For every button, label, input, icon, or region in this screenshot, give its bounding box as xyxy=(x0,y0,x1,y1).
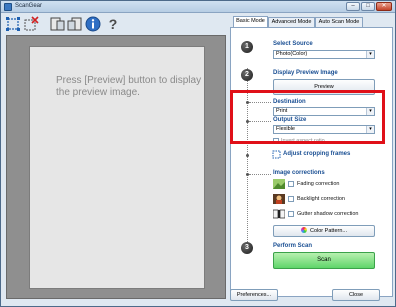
close-button[interactable]: Close xyxy=(332,289,380,301)
tab-advanced-mode[interactable]: Advanced Mode xyxy=(268,17,315,27)
footer-bar: Preferences... Close xyxy=(230,289,394,305)
minimize-button[interactable]: – xyxy=(346,2,360,11)
backlight-correction-icon xyxy=(273,194,285,204)
step-1-badge: 1 xyxy=(241,41,253,53)
scan-button[interactable]: Scan xyxy=(273,252,375,269)
fading-correction-checkbox[interactable] xyxy=(288,181,294,187)
color-pattern-label: Color Pattern... xyxy=(310,228,347,234)
fading-correction-label: Fading correction xyxy=(297,181,340,187)
select-source-heading: Select Source xyxy=(273,41,313,47)
bullet-dot xyxy=(246,154,249,157)
info-icon[interactable] xyxy=(85,16,101,32)
gutter-shadow-label: Gutter shadow correction xyxy=(297,211,359,217)
display-preview-heading: Display Preview Image xyxy=(273,70,338,76)
rotate-right-icon[interactable] xyxy=(67,16,83,32)
image-corrections-heading: Image corrections xyxy=(273,170,325,176)
basic-mode-panel: 1 Select Source Photo(Color) ▾ 2 Display… xyxy=(230,27,393,297)
step-2-badge: 2 xyxy=(241,69,253,81)
fading-correction-icon xyxy=(273,179,285,189)
remove-crop-icon[interactable] xyxy=(23,16,39,32)
settings-panel: Basic Mode Advanced Mode Auto Scan Mode … xyxy=(230,16,394,305)
rotate-left-icon[interactable] xyxy=(49,16,65,32)
color-pattern-button[interactable]: Color Pattern... xyxy=(273,225,375,237)
preview-toolbar: ? xyxy=(1,13,229,35)
tab-auto-scan-mode[interactable]: Auto Scan Mode xyxy=(315,17,363,27)
select-source-value: Photo(Color) xyxy=(276,51,308,57)
step-3-badge: 3 xyxy=(241,242,253,254)
svg-text:?: ? xyxy=(109,16,118,32)
close-window-button[interactable]: ✕ xyxy=(376,2,392,11)
chevron-down-icon: ▾ xyxy=(366,51,374,58)
preferences-button[interactable]: Preferences... xyxy=(230,289,278,301)
select-source-dropdown[interactable]: Photo(Color) ▾ xyxy=(273,50,375,59)
backlight-correction-checkbox[interactable] xyxy=(288,196,294,202)
guide-connector xyxy=(249,174,271,175)
tab-basic-mode[interactable]: Basic Mode xyxy=(233,16,268,27)
backlight-correction-label: Backlight correction xyxy=(297,196,345,202)
preview-platen[interactable]: Press [Preview] button to display the pr… xyxy=(29,46,205,289)
perform-scan-heading: Perform Scan xyxy=(273,243,313,249)
color-wheel-icon xyxy=(301,227,307,233)
highlight-frame xyxy=(230,90,385,144)
preview-area: Press [Preview] button to display the pr… xyxy=(6,35,226,299)
cropping-frame-icon xyxy=(272,150,281,159)
crop-icon[interactable] xyxy=(5,16,21,32)
gutter-shadow-icon xyxy=(273,209,285,219)
help-icon[interactable]: ? xyxy=(105,16,121,32)
preview-message: Press [Preview] button to display the pr… xyxy=(56,75,202,98)
app-icon xyxy=(4,3,12,11)
adjust-cropping-heading[interactable]: Adjust cropping frames xyxy=(283,151,350,157)
title-bar: ScanGear – □ ✕ xyxy=(1,1,395,13)
gutter-shadow-checkbox[interactable] xyxy=(288,211,294,217)
window-title: ScanGear xyxy=(15,3,43,9)
mode-tabs: Basic Mode Advanced Mode Auto Scan Mode xyxy=(230,16,394,27)
scangear-window: ScanGear – □ ✕ ? Press [Preview] button … xyxy=(0,0,396,307)
maximize-button[interactable]: □ xyxy=(361,2,375,11)
